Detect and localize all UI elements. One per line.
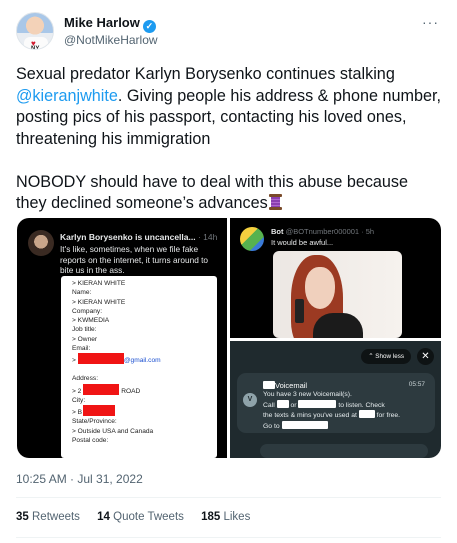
tweet-header: ♥ NY Mike Harlow ✓ @NotMikeHarlow ··· — [16, 12, 441, 56]
media-image-screenshot-form[interactable]: Karlyn Borysenko is uncancella... · 14h … — [17, 218, 227, 458]
embedded-tweet-text: It would be awful... — [271, 238, 334, 247]
avatar — [28, 230, 54, 256]
divider — [16, 537, 441, 538]
redaction-block — [83, 405, 116, 416]
form-line: Job title: — [72, 326, 97, 334]
form-line: > KIERAN WHITE — [72, 280, 126, 287]
voicemail-notification-card: V Voicemail 05:57 You have 3 new Voicema… — [237, 373, 435, 433]
tweet-paragraph-1: Sexual predator Karlyn Borysenko continu… — [16, 64, 442, 150]
voicemail-body: You have 3 new Voicemail(s). Call or to … — [263, 391, 401, 430]
form-line: Postal code: — [72, 436, 109, 444]
embedded-tweet-text: It's like, sometimes, when we file fake … — [60, 244, 209, 275]
more-options-icon[interactable]: ··· — [422, 14, 439, 30]
avatar-ny-text: NY — [31, 46, 40, 50]
verified-badge-icon: ✓ — [142, 20, 156, 33]
avatar[interactable]: ♥ NY — [16, 12, 54, 50]
form-line: > Outside USA and Canada — [72, 427, 154, 435]
form-line — [72, 365, 217, 374]
redaction-block — [77, 353, 124, 364]
form-line: Email: — [72, 344, 91, 352]
voicemail-time: 05:57 — [408, 381, 425, 388]
media-image-voicemail-notification[interactable]: ⌃ Show less ✕ V Voicemail 05:57 You have… — [230, 341, 441, 458]
form-screenshot: > KIERAN WHITE Name: > KIERAN WHITE Comp… — [61, 276, 217, 458]
quote-tweets-stat[interactable]: 14 Quote Tweets — [97, 511, 184, 523]
tweet-paragraph-2: NOBODY should have to deal with this abu… — [16, 172, 442, 215]
likes-stat[interactable]: 185 Likes — [201, 511, 250, 523]
tweet-body: Sexual predator Karlyn Borysenko continu… — [16, 64, 442, 236]
show-less-button: ⌃ Show less — [361, 349, 411, 364]
photo-woman-on-phone — [273, 251, 402, 338]
form-line-address: > 2 ROAD — [72, 383, 217, 396]
form-line: State/Province: — [72, 418, 117, 426]
embedded-tweet-author: Karlyn Borysenko is uncancella... · 14h — [60, 232, 218, 242]
close-icon: ✕ — [417, 348, 434, 365]
spool-of-thread-icon — [268, 194, 282, 210]
user-handle[interactable]: @NotMikeHarlow — [64, 33, 158, 47]
form-line: Name: — [72, 289, 92, 297]
display-name[interactable]: Mike Harlow ✓ — [64, 15, 156, 33]
form-line: Company: — [72, 307, 103, 315]
retweets-stat[interactable]: 35 Retweets — [16, 511, 80, 523]
mention-link[interactable]: @kieranjwhite — [16, 87, 118, 105]
embedded-tweet-author: Bot @BOTnumber000001 · 5h — [271, 227, 375, 236]
tweet-timestamp[interactable]: 10:25 AM · Jul 31, 2022 — [16, 472, 143, 486]
form-line: > Owner — [72, 335, 98, 343]
notification-bubble — [260, 444, 428, 458]
form-line-email: > @gmail.com — [72, 353, 217, 365]
engagement-stats: 35 Retweets 14 Quote Tweets 185 Likes — [16, 511, 264, 523]
form-line: > KIERAN WHITE — [72, 298, 126, 306]
display-name-text[interactable]: Mike Harlow — [64, 15, 140, 30]
form-line: City: — [72, 396, 86, 404]
tweet-text-part1: Sexual predator Karlyn Borysenko continu… — [16, 65, 395, 83]
divider — [16, 497, 441, 498]
form-line-city: > B — [72, 405, 217, 417]
voicemail-title: Voicemail — [263, 381, 307, 390]
avatar — [240, 227, 264, 251]
tweet-text-para2: NOBODY should have to deal with this abu… — [16, 172, 409, 213]
media-grid[interactable]: Karlyn Borysenko is uncancella... · 14h … — [17, 218, 441, 458]
redaction-block — [83, 383, 120, 395]
form-line: > KWMEDIA — [72, 317, 110, 324]
form-line: Address: — [72, 375, 99, 383]
voicemail-avatar: V — [243, 393, 257, 407]
media-image-bot-tweet[interactable]: Bot @BOTnumber000001 · 5h It would be aw… — [230, 218, 441, 338]
